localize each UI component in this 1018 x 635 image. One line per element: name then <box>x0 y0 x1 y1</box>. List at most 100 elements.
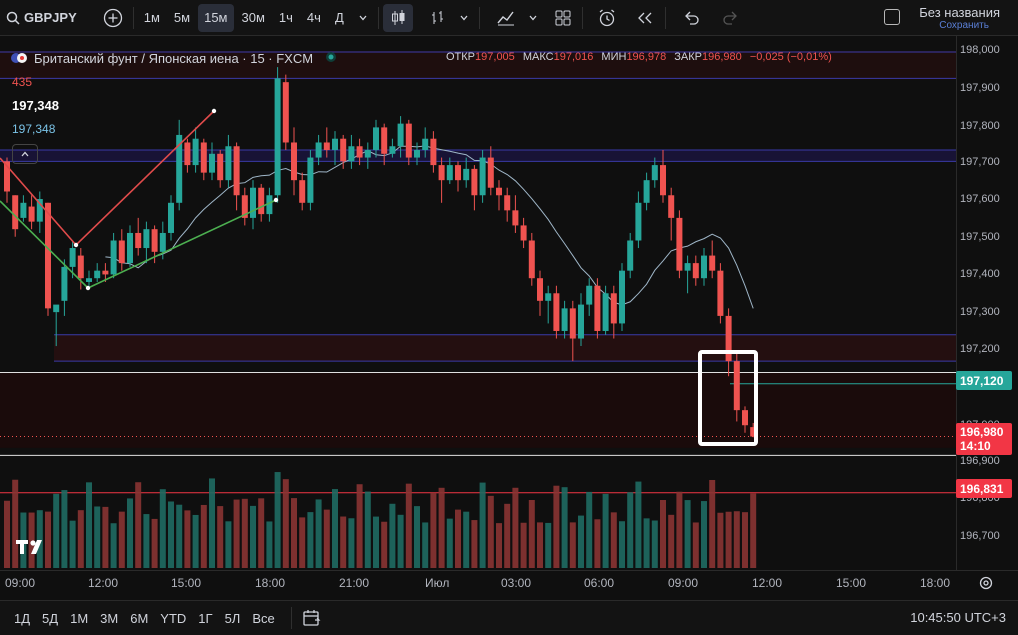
candle-body <box>110 240 117 275</box>
range-button[interactable]: 1М <box>70 611 88 626</box>
volume-bar <box>725 511 732 568</box>
layout-grid-button[interactable] <box>548 4 578 32</box>
chevron-up-icon <box>21 151 29 157</box>
volume-bar <box>389 503 396 568</box>
trend-line-anchor <box>85 285 91 291</box>
symbol-search-button[interactable]: GBPJPY <box>0 4 83 32</box>
interval-button[interactable]: 4ч <box>301 4 327 32</box>
high-label: МАКС <box>522 51 554 63</box>
candle-body <box>192 138 199 166</box>
volume-bar <box>717 512 724 568</box>
volume-bar <box>323 509 330 568</box>
indicator-value-3[interactable]: 197,348 <box>12 122 55 136</box>
price-axis-label: 197,300 <box>960 306 1000 318</box>
range-group: 1Д 5Д 1М 3М 6М YTD 1Г 5Л Все <box>14 611 287 626</box>
volume-bar <box>233 499 240 568</box>
volume-bar <box>217 506 224 568</box>
alert-button[interactable] <box>591 4 623 32</box>
time-axis-label: 15:00 <box>836 576 867 590</box>
range-button[interactable]: 5Л <box>225 611 241 626</box>
chart-type-dropdown-button[interactable] <box>453 4 475 32</box>
toolbar-divider <box>664 6 666 29</box>
replay-button[interactable] <box>629 4 661 32</box>
collapse-legend-button[interactable] <box>12 144 38 164</box>
candle-body <box>545 293 552 301</box>
layout-name[interactable]: Без названия Сохранить <box>919 5 1000 31</box>
interval-button[interactable]: 1ч <box>273 4 299 32</box>
candle-body <box>627 240 634 271</box>
volume-bar <box>299 517 306 568</box>
compare-button[interactable] <box>97 4 129 32</box>
last-price-value: 196,980 <box>960 425 1004 439</box>
volume-bar <box>225 521 232 568</box>
undo-button[interactable] <box>676 4 706 32</box>
price-axis-label: 197,400 <box>960 268 1000 280</box>
price-axis-label: 197,600 <box>960 193 1000 205</box>
toolbar-divider <box>132 6 134 29</box>
range-button[interactable]: 1Д <box>14 611 30 626</box>
bottom-toolbar: 1Д 5Д 1М 3М 6М YTD 1Г 5Л Все 10:45:50 UTC+3 <box>0 600 1018 635</box>
status-dot-icon <box>326 51 337 62</box>
volume-bar <box>479 482 486 568</box>
range-button[interactable]: 6М <box>130 611 148 626</box>
candle-body <box>709 255 716 271</box>
redo-icon <box>723 11 737 25</box>
candle-body <box>594 285 601 331</box>
interval-dropdown-button[interactable] <box>352 4 374 32</box>
toolbar-divider <box>581 6 583 29</box>
symbol-flag-icon <box>11 53 27 63</box>
indicators-dropdown-button[interactable] <box>522 4 544 32</box>
interval-button[interactable]: 30м <box>236 4 271 32</box>
range-button[interactable]: 5Д <box>42 611 58 626</box>
candle-body <box>479 157 486 196</box>
indicators-button[interactable] <box>423 4 453 32</box>
interval-button[interactable]: Д <box>329 4 350 32</box>
range-button[interactable]: YTD <box>160 611 186 626</box>
layout-select-checkbox[interactable] <box>884 9 900 25</box>
utc-clock[interactable]: 10:45:50 UTC+3 <box>910 610 1006 625</box>
range-button[interactable]: 3М <box>100 611 118 626</box>
volume-bar <box>53 493 60 568</box>
redo-button[interactable] <box>716 4 746 32</box>
volume-bar <box>69 520 76 568</box>
volume-bar <box>282 479 289 568</box>
indicator-value-2[interactable]: 197,348 <box>12 98 59 113</box>
price-axis-label: 197,800 <box>960 120 1000 132</box>
range-button[interactable]: 1Г <box>198 611 212 626</box>
volume-bar <box>307 512 314 568</box>
indicator-value-1[interactable]: 435 <box>12 75 32 89</box>
interval-button[interactable]: 1м <box>138 4 166 32</box>
candle-body <box>676 217 683 271</box>
candle-body <box>430 138 437 166</box>
legend-title[interactable]: Британский фунт / Японская иена · 15 · F… <box>34 51 313 66</box>
volume-bar <box>602 493 609 568</box>
price-axis-label: 197,900 <box>960 82 1000 94</box>
candle-body <box>553 293 560 331</box>
rewind-icon <box>637 12 652 23</box>
candle-body <box>12 195 19 230</box>
volume-bar <box>668 514 675 568</box>
time-axis-label: 12:00 <box>88 576 119 590</box>
date-range-button[interactable] <box>296 604 328 632</box>
tradingview-logo[interactable] <box>16 538 48 562</box>
chart-pane[interactable] <box>0 36 956 570</box>
volume-bar <box>553 485 560 568</box>
indicators-menu-button[interactable] <box>490 4 522 32</box>
volume-bar <box>701 501 707 568</box>
time-axis-label: Июл <box>425 576 450 590</box>
range-button[interactable]: Все <box>252 611 274 626</box>
price-chart[interactable] <box>0 36 956 570</box>
settings-gear-icon[interactable] <box>978 575 994 591</box>
candle-body <box>332 138 338 151</box>
volume-bar <box>569 522 576 568</box>
interval-button[interactable]: 15м <box>198 3 234 32</box>
time-axis-label: 09:00 <box>5 576 36 590</box>
low-label: МИН <box>601 51 627 63</box>
layout-title: Без названия <box>919 5 1000 20</box>
candle-body <box>578 304 584 339</box>
volume-bar <box>733 511 740 568</box>
interval-button[interactable]: 5м <box>168 4 196 32</box>
candle-type-button[interactable] <box>382 3 413 32</box>
volume-bar <box>537 522 543 568</box>
volume-bar <box>61 490 68 568</box>
